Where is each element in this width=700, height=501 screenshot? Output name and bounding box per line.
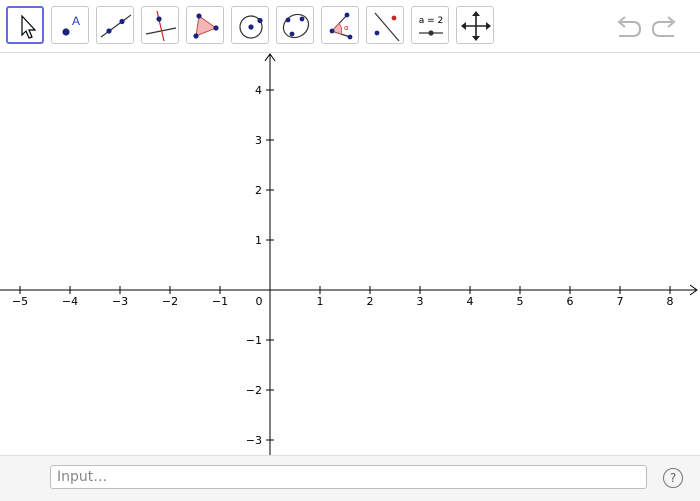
cursor-arrow-icon bbox=[21, 14, 37, 39]
toolbar: A α a = 2 bbox=[0, 0, 700, 53]
slider-tool-button[interactable]: a = 2 bbox=[411, 6, 449, 44]
x-tick-label: 5 bbox=[517, 295, 524, 308]
ellipse-through-points-icon bbox=[282, 13, 310, 39]
move-tool-button[interactable] bbox=[6, 6, 44, 44]
move-arrows-icon bbox=[461, 11, 491, 41]
conic-five-points-tool-button[interactable] bbox=[276, 6, 314, 44]
perpendicular-line-tool-button[interactable] bbox=[141, 6, 179, 44]
x-tick-label: 2 bbox=[367, 295, 374, 308]
angle-tool-label: α bbox=[344, 24, 349, 32]
polygon-tool-button[interactable] bbox=[186, 6, 224, 44]
y-tick-label: 1 bbox=[255, 234, 262, 247]
y-tick-label: 4 bbox=[255, 84, 262, 97]
move-graphics-view-tool-button[interactable] bbox=[456, 6, 494, 44]
redo-icon bbox=[651, 16, 676, 37]
line-through-two-points-icon bbox=[100, 14, 132, 38]
point-tool-label: A bbox=[72, 14, 80, 28]
origin-label: 0 bbox=[256, 295, 263, 308]
axis-ticks: −5 −4 −3 −2 −1 1 2 3 4 5 6 7 8 1 2 3 4 −1 −2 −3 bbox=[12, 84, 674, 447]
perpendicular-line-icon bbox=[145, 10, 177, 42]
x-tick-label: −4 bbox=[62, 295, 78, 308]
angle-icon: α bbox=[329, 12, 353, 40]
redo-button[interactable] bbox=[649, 11, 681, 41]
y-tick-label: 2 bbox=[255, 184, 262, 197]
undo-icon bbox=[617, 16, 642, 37]
y-tick-label: −2 bbox=[246, 384, 262, 397]
angle-tool-button[interactable]: α bbox=[321, 6, 359, 44]
point-with-label-icon: A bbox=[62, 14, 80, 36]
reflect-tool-button[interactable] bbox=[366, 6, 404, 44]
polygon-triangle-icon bbox=[193, 13, 219, 39]
y-tick-label: −1 bbox=[246, 334, 262, 347]
slider-icon: a = 2 bbox=[419, 16, 444, 36]
circle-center-point-icon bbox=[239, 15, 263, 39]
x-tick-label: 7 bbox=[617, 295, 624, 308]
line-tool-button[interactable] bbox=[96, 6, 134, 44]
x-tick-label: 6 bbox=[567, 295, 574, 308]
x-tick-label: 8 bbox=[667, 295, 674, 308]
y-tick-label: 3 bbox=[255, 134, 262, 147]
x-tick-label: 4 bbox=[467, 295, 474, 308]
circle-center-point-tool-button[interactable] bbox=[231, 6, 269, 44]
reflect-about-line-icon bbox=[374, 12, 400, 42]
point-tool-button[interactable]: A bbox=[51, 6, 89, 44]
input-field[interactable] bbox=[50, 465, 647, 489]
coordinate-axes: −5 −4 −3 −2 −1 1 2 3 4 5 6 7 8 1 2 3 4 −1 −2 −3 0 bbox=[0, 53, 698, 455]
graphics-view[interactable]: −5 −4 −3 −2 −1 1 2 3 4 5 6 7 8 1 2 3 4 −1 −2 −3 0 bbox=[0, 53, 700, 455]
x-tick-label: −2 bbox=[162, 295, 178, 308]
undo-button[interactable] bbox=[612, 11, 644, 41]
x-tick-label: 3 bbox=[417, 295, 424, 308]
input-bar: ? bbox=[0, 455, 700, 501]
slider-tool-label: a = 2 bbox=[419, 16, 444, 26]
x-tick-label: −3 bbox=[112, 295, 128, 308]
help-button[interactable]: ? bbox=[663, 468, 683, 488]
y-tick-label: −3 bbox=[246, 434, 262, 447]
x-tick-label: 1 bbox=[317, 295, 324, 308]
x-tick-label: −1 bbox=[212, 295, 228, 308]
x-tick-label: −5 bbox=[12, 295, 28, 308]
